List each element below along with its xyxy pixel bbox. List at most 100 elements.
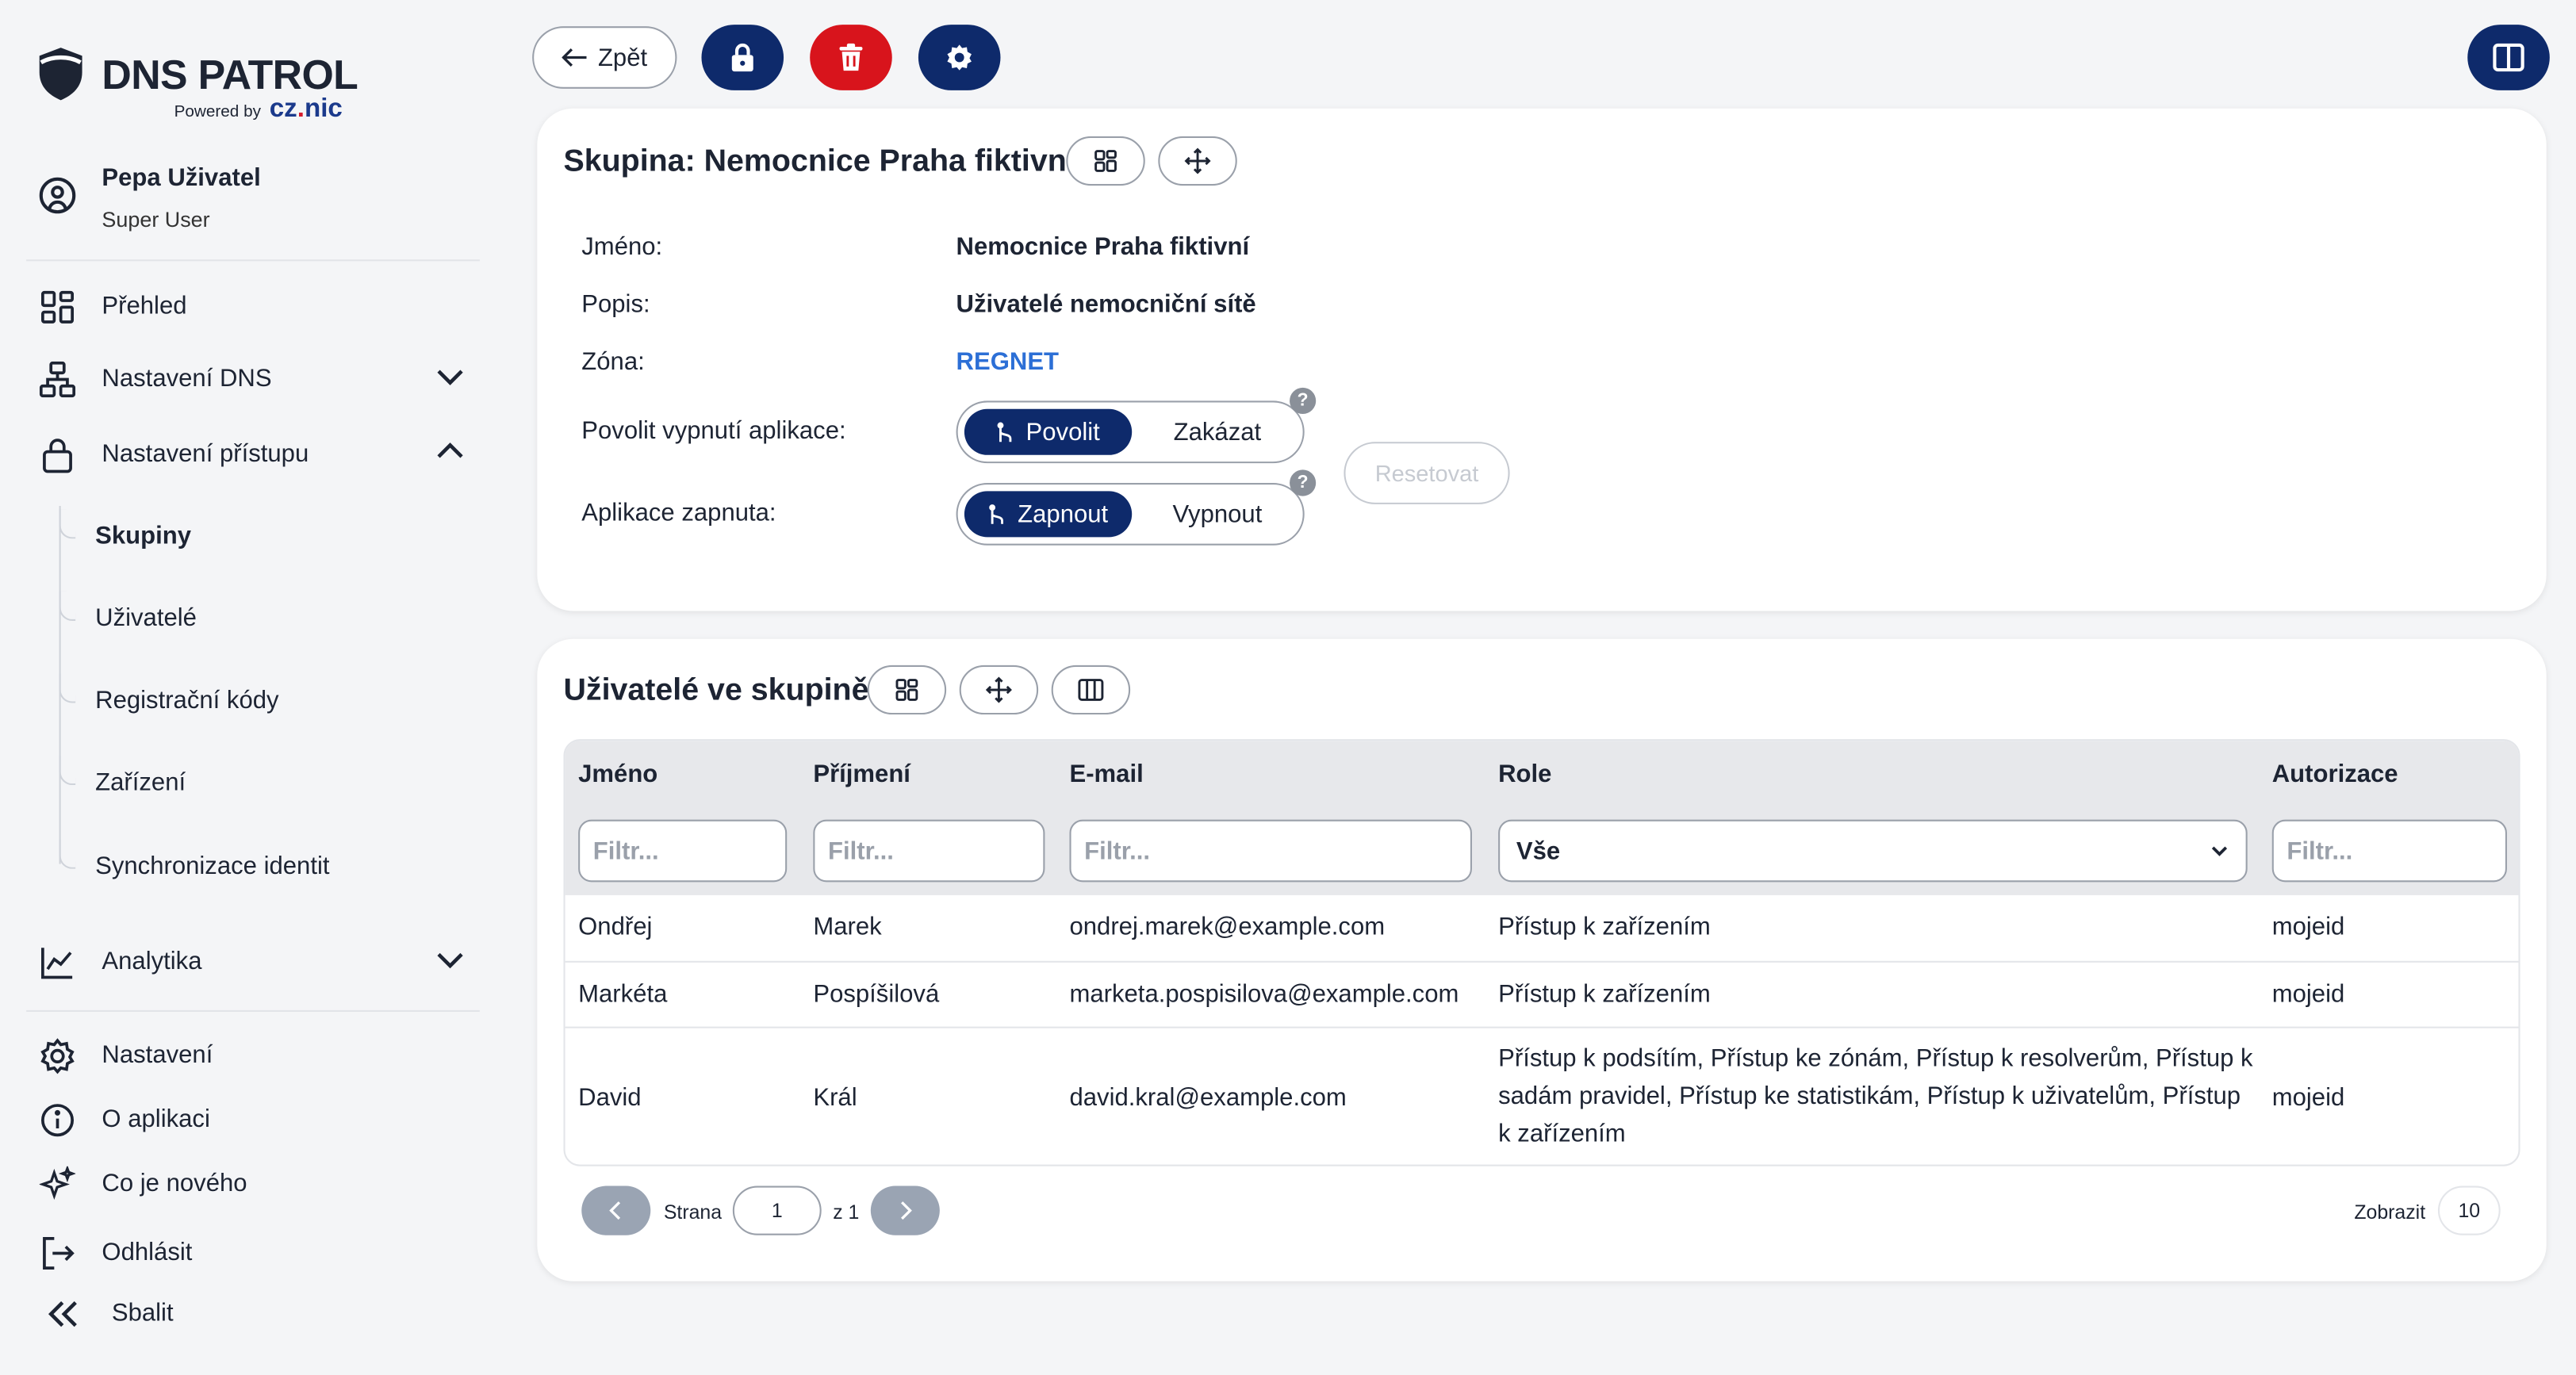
subnav-branch xyxy=(59,755,76,786)
toggle-panel-button[interactable] xyxy=(2467,25,2550,90)
filter-role-value: Vše xyxy=(1516,837,1561,865)
nav-item-dns-settings[interactable]: Nastavení DNS xyxy=(26,347,480,409)
brand-logo[interactable]: DNS PATROL Powered by cz.nic xyxy=(36,46,381,128)
column-header-email[interactable]: E-mail xyxy=(1069,760,1143,788)
label-app-enabled: Aplikace zapnuta: xyxy=(581,499,776,527)
filter-email-input[interactable] xyxy=(1069,819,1472,883)
user-avatar-icon xyxy=(39,177,76,214)
page-title: Skupina: Nemocnice Praha fiktivní xyxy=(563,144,1075,179)
sidebar-item-identity-sync[interactable]: Synchronizace identit xyxy=(59,839,454,894)
chevron-down-icon xyxy=(437,370,463,385)
gear-icon xyxy=(40,1038,75,1074)
sidebar-item-users[interactable]: Uživatelé xyxy=(59,591,454,647)
move-button[interactable] xyxy=(1158,136,1237,186)
partner-logo-part: cz xyxy=(269,95,297,124)
grid-icon xyxy=(1094,150,1117,172)
nav-item-overview[interactable]: Přehled xyxy=(26,274,480,337)
cell-email: ondrej.marek@example.com xyxy=(1069,913,1386,941)
app-enabled-on-option[interactable]: Zapnout xyxy=(964,491,1133,538)
previous-page-button[interactable] xyxy=(581,1185,651,1235)
settings-button[interactable] xyxy=(918,25,1001,90)
sidebar-item-groups[interactable]: Skupiny xyxy=(59,509,454,565)
layout-grid-button[interactable] xyxy=(1066,136,1145,186)
filter-role-select[interactable]: Vše xyxy=(1498,819,2248,883)
cell-auth: mojeid xyxy=(2271,980,2345,1009)
sidebar-item-label: Synchronizace identit xyxy=(95,852,330,881)
cell-first-name: David xyxy=(578,1084,642,1113)
cell-email: marketa.pospisilova@example.com xyxy=(1069,980,1459,1009)
nav-item-analytics[interactable]: Analytika xyxy=(26,929,480,992)
table-row[interactable]: David Král david.kral@example.com Přístu… xyxy=(565,1026,2519,1165)
column-header-role[interactable]: Role xyxy=(1498,760,1551,788)
cell-last-name: Král xyxy=(813,1084,857,1113)
cell-auth: mojeid xyxy=(2271,1084,2345,1113)
column-header-first-name[interactable]: Jméno xyxy=(578,760,657,788)
cell-role: Přístup k podsítím, Přístup ke zónám, Př… xyxy=(1498,1044,2253,1148)
nav-label-dns-settings: Nastavení DNS xyxy=(102,363,272,393)
column-header-last-name[interactable]: Příjmení xyxy=(813,760,910,788)
filter-first-name-input[interactable] xyxy=(578,819,788,883)
next-page-button[interactable] xyxy=(870,1185,940,1235)
app-enabled-off-option[interactable]: Vypnout xyxy=(1138,491,1296,537)
back-button[interactable]: Zpět xyxy=(532,26,677,89)
chevron-down-icon xyxy=(2211,846,2228,856)
lock-button[interactable] xyxy=(701,25,784,90)
back-button-label: Zpět xyxy=(597,43,648,72)
move-button[interactable] xyxy=(959,665,1039,715)
subnav-branch xyxy=(59,839,76,869)
help-icon[interactable]: ? xyxy=(1290,469,1317,496)
page-total: z 1 xyxy=(833,1201,860,1224)
sidebar-divider xyxy=(26,1009,480,1012)
sidebar-item-label: Uživatelé xyxy=(95,604,197,633)
chevron-right-icon xyxy=(901,1201,912,1220)
delete-button[interactable] xyxy=(810,25,892,90)
cell-first-name: Markéta xyxy=(578,980,668,1009)
column-header-auth[interactable]: Autorizace xyxy=(2272,760,2398,788)
nav-label-analytics: Analytika xyxy=(102,947,202,975)
columns-button[interactable] xyxy=(1051,665,1131,715)
sparkles-icon xyxy=(39,1166,76,1201)
subnav-branch xyxy=(59,591,76,621)
chevron-left-icon xyxy=(609,1201,621,1220)
trash-icon xyxy=(839,43,863,71)
nav-label-access-settings: Nastavení přístupu xyxy=(102,439,309,468)
allow-disable-off-option[interactable]: Zakázat xyxy=(1138,409,1296,455)
filter-auth-input[interactable] xyxy=(2271,819,2507,883)
label-name: Jméno: xyxy=(581,233,663,262)
sidebar-item-registration-codes[interactable]: Registrační kódy xyxy=(59,673,454,729)
members-table: Jméno Příjmení E-mail Role Autorizace Vš… xyxy=(563,739,2520,1166)
sidebar-item-label: Skupiny xyxy=(95,522,192,550)
allow-disable-on-option[interactable]: Povolit xyxy=(964,408,1133,455)
page-size-select[interactable]: 10 xyxy=(2437,1185,2501,1235)
value-description: Uživatelé nemocniční sítě xyxy=(956,290,1256,319)
help-icon[interactable]: ? xyxy=(1290,387,1317,414)
sidebar-item-devices[interactable]: Zařízení xyxy=(59,755,454,811)
move-arrows-icon xyxy=(1184,147,1211,174)
table-row[interactable]: Ondřej Marek ondrej.marek@example.com Př… xyxy=(565,895,2519,961)
allow-disable-toggle: Povolit Zakázat xyxy=(956,400,1305,464)
app-enabled-off-label: Vypnout xyxy=(1172,500,1263,528)
branch-icon xyxy=(990,504,1004,523)
reset-button[interactable]: Resetovat xyxy=(1344,442,1510,504)
subnav-branch xyxy=(59,509,76,539)
user-profile[interactable]: Pepa Uživatel Super User xyxy=(36,158,480,243)
label-zone: Zóna: xyxy=(581,348,645,377)
nav-item-whats-new[interactable]: Co je nového xyxy=(26,1151,480,1214)
lock-icon xyxy=(43,439,72,473)
partner-logo-tail: nic xyxy=(304,95,343,124)
nav-item-logout[interactable]: Odhlásit xyxy=(26,1220,480,1283)
layout-grid-button[interactable] xyxy=(867,665,947,715)
nav-item-about[interactable]: O aplikaci xyxy=(26,1087,480,1150)
page-number-input[interactable]: 1 xyxy=(732,1185,822,1235)
group-detail-card xyxy=(537,108,2547,611)
table-row[interactable]: Markéta Pospíšilová marketa.pospisilova@… xyxy=(565,960,2519,1027)
nav-item-settings[interactable]: Nastavení xyxy=(26,1023,480,1086)
collapse-sidebar-button[interactable]: Sbalit xyxy=(26,1281,480,1344)
nav-item-access-settings[interactable]: Nastavení přístupu xyxy=(26,422,480,485)
cell-email: david.kral@example.com xyxy=(1069,1084,1347,1113)
sidebar-item-label: Registrační kódy xyxy=(95,686,279,715)
brand-name: DNS PATROL xyxy=(102,52,358,99)
zone-link[interactable]: REGNET xyxy=(956,348,1059,376)
filter-last-name-input[interactable] xyxy=(813,819,1045,883)
sidebar-item-label: Zařízení xyxy=(95,768,186,797)
